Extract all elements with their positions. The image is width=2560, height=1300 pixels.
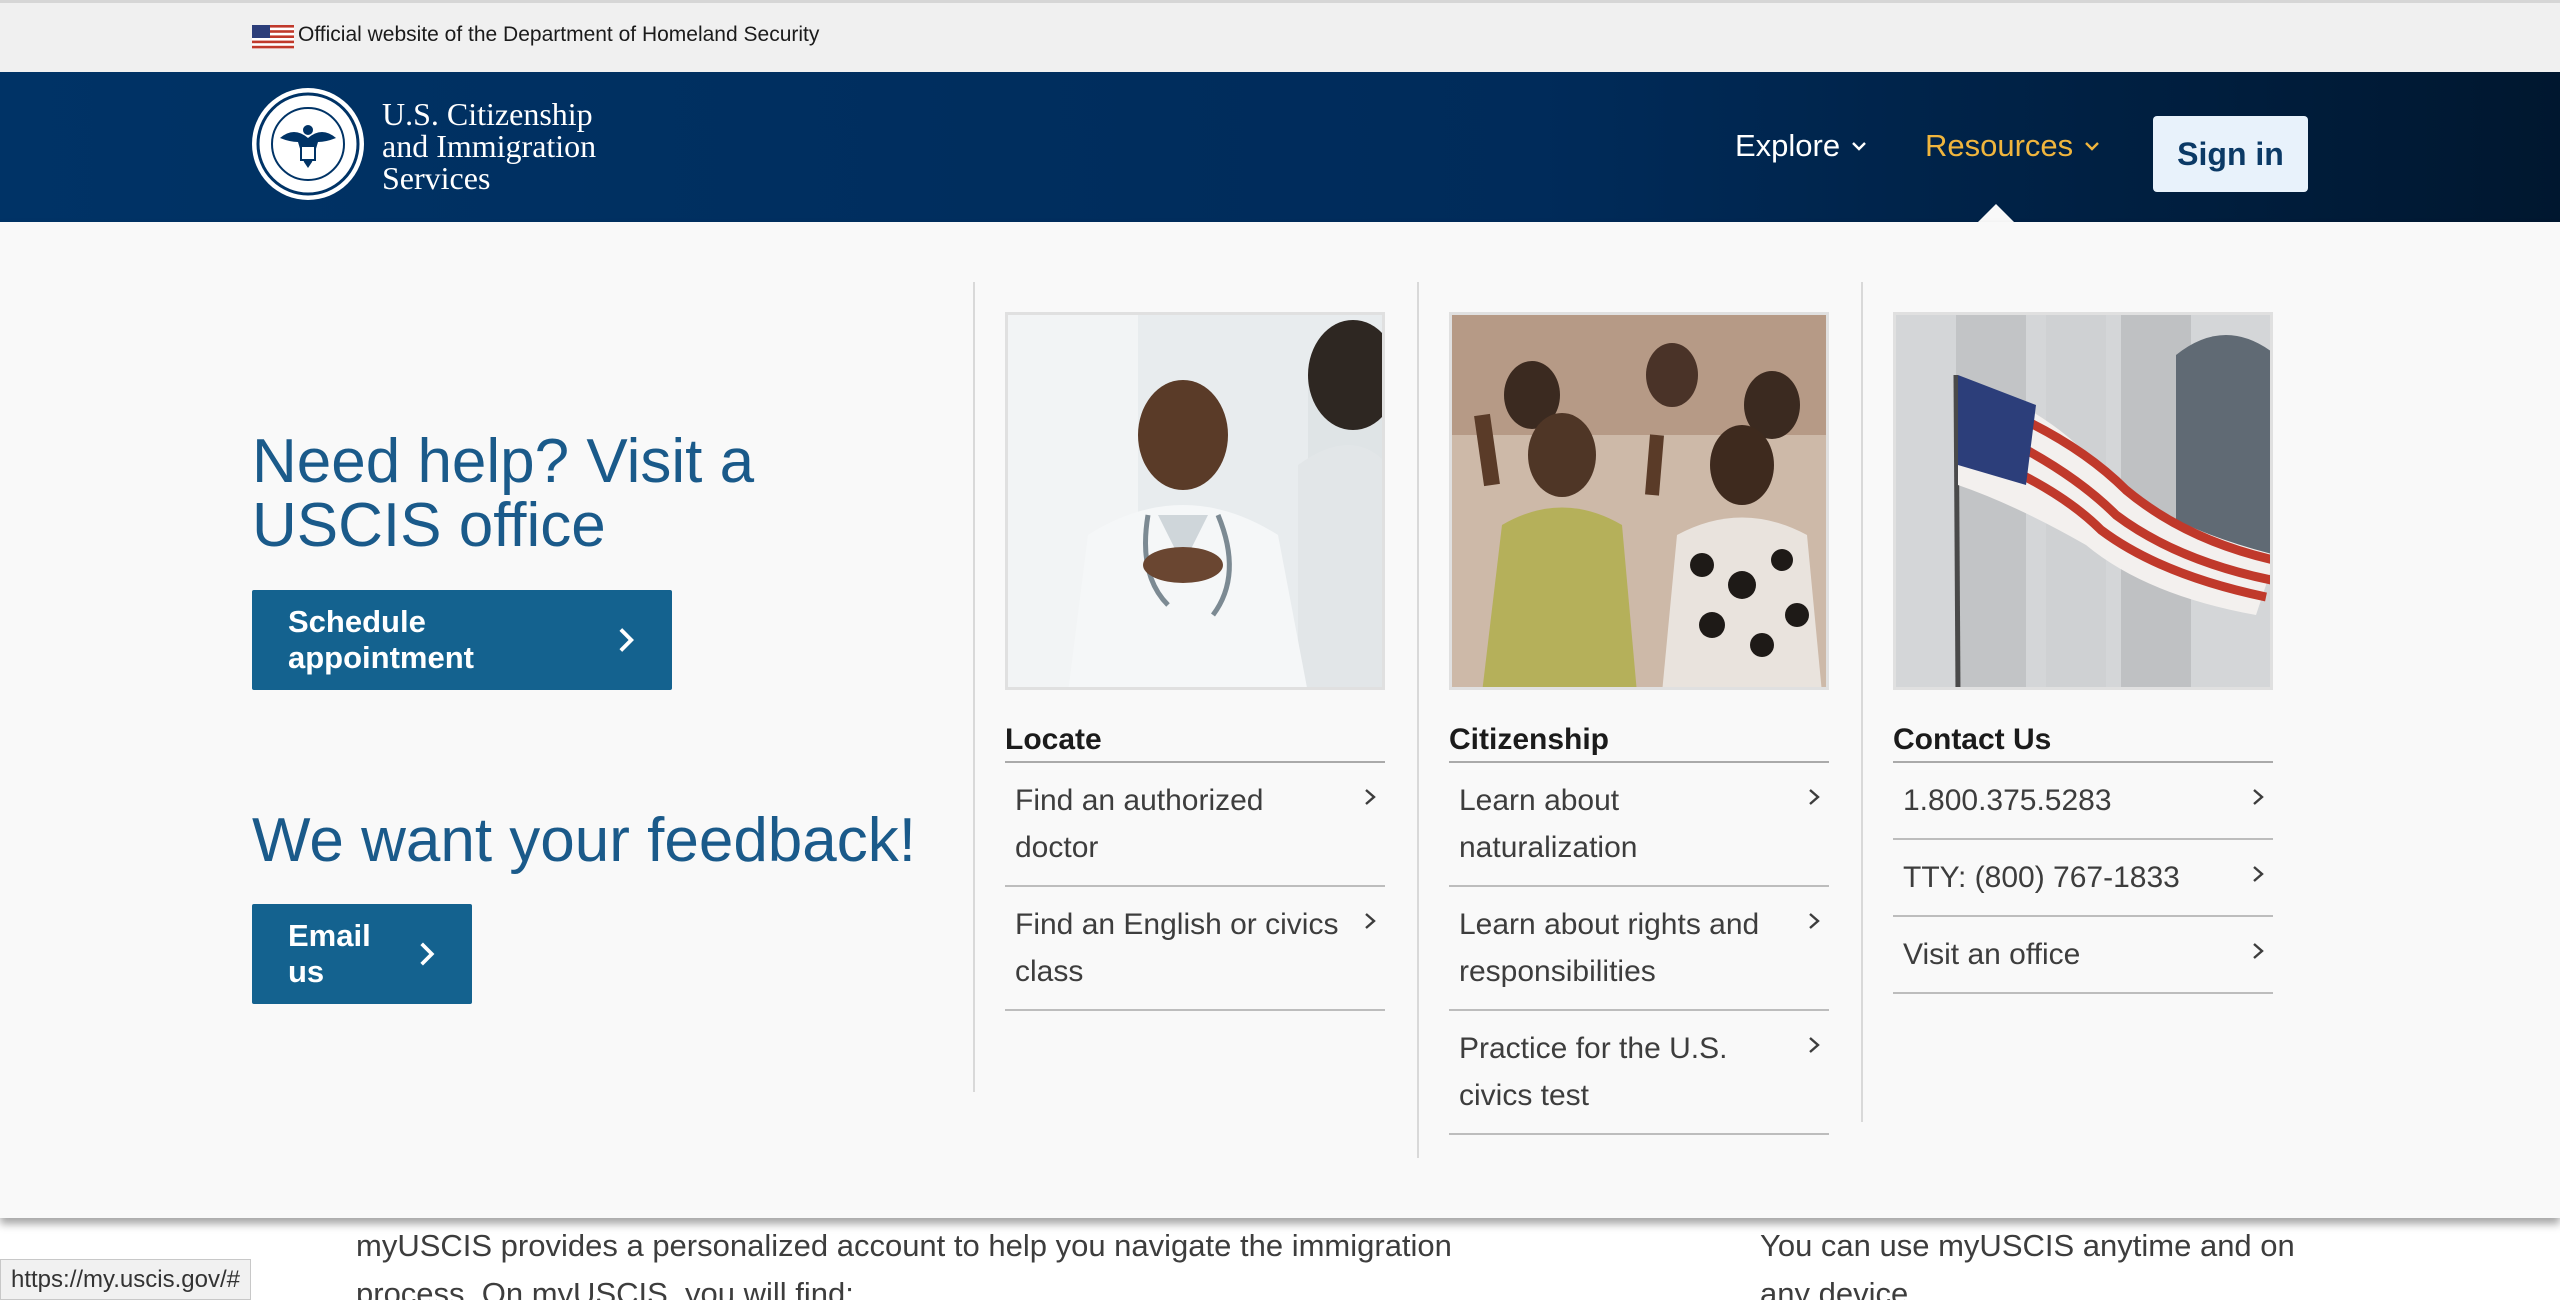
schedule-appointment-label: Schedule appointment [288, 604, 474, 675]
rights-responsibilities-label: Learn about rights and responsibilities [1459, 908, 1760, 988]
chevron-right-icon [2253, 789, 2264, 805]
civics-test-link[interactable]: Practice for the U.S. civics test [1449, 1011, 1829, 1135]
chevron-right-icon [1365, 789, 1376, 805]
agency-name[interactable]: U.S. Citizenship and Immigration Service… [382, 98, 596, 194]
column-divider [1861, 282, 1863, 1122]
learn-naturalization-link[interactable]: Learn about naturalization [1449, 763, 1829, 887]
email-us-button[interactable]: Email us [252, 904, 472, 1004]
status-bar-url: https://my.uscis.gov/# [0, 1259, 251, 1300]
chevron-right-icon [1809, 789, 1820, 805]
naturalization-ceremony-photo [1449, 312, 1829, 690]
locate-column: Locate Find an authorized doctor Find an… [1005, 312, 1385, 1011]
doctor-photo [1005, 312, 1385, 690]
visit-office-link[interactable]: Visit an office [1893, 917, 2273, 994]
rights-responsibilities-link[interactable]: Learn about rights and responsibilities [1449, 887, 1829, 1011]
learn-naturalization-label: Learn about naturalization [1459, 784, 1638, 864]
column-divider [973, 282, 975, 1092]
resources-dropdown-panel: Need help? Visit a USCIS office Schedule… [0, 222, 2560, 1218]
help-heading: Need help? Visit a USCIS office [252, 427, 755, 560]
schedule-appointment-button[interactable]: Schedule appointment [252, 590, 672, 690]
nav-explore[interactable]: Explore [1735, 128, 1868, 164]
site-header: U.S. Citizenship and Immigration Service… [0, 72, 2560, 222]
side-text: You can use myUSCIS anytime and on any d… [1760, 1228, 2295, 1300]
intro-text: myUSCIS provides a personalized account … [356, 1228, 1452, 1300]
phone-label: 1.800.375.5283 [1903, 784, 2112, 817]
find-doctor-link[interactable]: Find an authorized doctor [1005, 763, 1385, 887]
tty-label: TTY: (800) 767-1833 [1903, 861, 2180, 894]
citizenship-column: Citizenship Learn about naturalization L… [1449, 312, 1829, 1135]
sign-in-button[interactable]: Sign in [2153, 116, 2308, 192]
find-doctor-label: Find an authorized doctor [1015, 784, 1264, 864]
official-banner-text: Official website of the Department of Ho… [298, 23, 820, 46]
chevron-down-icon [1852, 142, 1866, 151]
chevron-down-icon [2085, 142, 2100, 151]
chevron-right-icon [1809, 1037, 1820, 1053]
brand-line-2: and Immigration [382, 128, 597, 164]
chevron-right-icon [419, 942, 434, 966]
nav-explore-label: Explore [1735, 128, 1841, 163]
chevron-right-icon [2253, 943, 2264, 959]
official-banner: Official website of the Department of Ho… [0, 0, 2560, 72]
column-divider [1417, 282, 1419, 1158]
american-flag-photo [1893, 312, 2273, 690]
contact-column: Contact Us 1.800.375.5283 TTY: (800) 767… [1893, 312, 2273, 994]
find-class-label: Find an English or civics class [1015, 908, 1339, 988]
us-flag-icon [252, 25, 294, 49]
tty-link[interactable]: TTY: (800) 767-1833 [1893, 840, 2273, 917]
brand-line-1: U.S. Citizenship [382, 96, 593, 132]
brand-line-3: Services [382, 160, 491, 196]
chevron-right-icon [1365, 913, 1376, 929]
feedback-heading: We want your feedback! [252, 806, 916, 875]
phone-link[interactable]: 1.800.375.5283 [1893, 763, 2273, 840]
email-us-label: Email us [288, 918, 371, 989]
locate-title: Locate [1005, 723, 1385, 763]
contact-title: Contact Us [1893, 723, 2273, 763]
citizenship-title: Citizenship [1449, 723, 1829, 763]
chevron-right-icon [619, 628, 634, 652]
nav-resources-label: Resources [1925, 128, 2074, 163]
find-class-link[interactable]: Find an English or civics class [1005, 887, 1385, 1011]
dhs-seal-logo[interactable] [250, 86, 366, 202]
visit-office-label: Visit an office [1903, 938, 2081, 971]
dropdown-pointer [1978, 204, 2014, 222]
civics-test-label: Practice for the U.S. civics test [1459, 1032, 1728, 1112]
chevron-right-icon [1809, 913, 1820, 929]
nav-resources[interactable]: Resources [1925, 128, 2101, 164]
chevron-right-icon [2253, 866, 2264, 882]
